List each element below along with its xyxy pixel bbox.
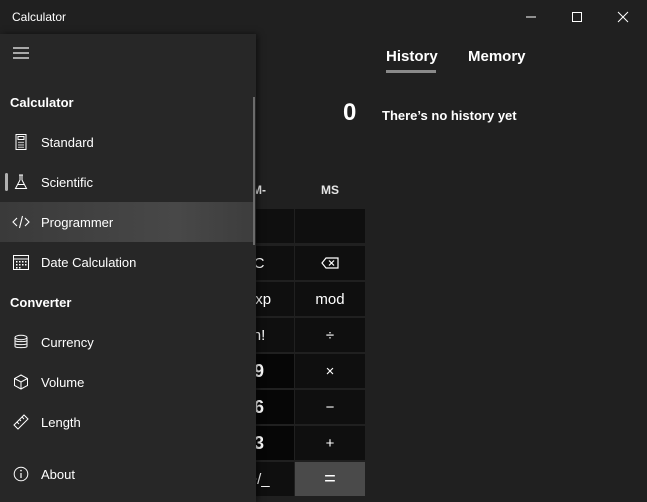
close-button[interactable] [600,0,646,34]
divide-button[interactable]: ÷ [295,318,365,352]
coins-icon [11,334,31,350]
mod-button[interactable]: mod [295,282,365,316]
section-calculator: Calculator [10,95,74,110]
menu-button[interactable] [6,38,36,68]
minus-button[interactable]: − [295,390,365,424]
multiply-button[interactable]: × [295,354,365,388]
nav-item-date-calculation[interactable]: Date Calculation [0,242,256,282]
title-bar: Calculator [0,0,647,34]
calendar-icon [11,254,31,270]
close-icon [617,11,629,23]
nav-item-standard[interactable]: Standard [0,122,256,162]
hamburger-icon [13,47,29,59]
flask-icon [11,174,31,190]
app-title: Calculator [12,10,67,24]
plus-button[interactable]: + [295,426,365,460]
maximize-icon [572,12,582,22]
section-converter: Converter [10,295,72,310]
nav-item-programmer[interactable]: Programmer [0,202,253,242]
backspace-icon [321,257,339,269]
nav-item-about[interactable]: About [0,454,256,494]
nav-item-label: Scientific [41,174,94,190]
nav-item-label: Date Calculation [41,254,137,270]
nav-item-volume[interactable]: Volume [0,362,256,402]
active-tab-indicator [386,70,436,73]
display-value: 0 [343,99,357,126]
tab-memory[interactable]: Memory [468,48,526,65]
nav-item-label: Standard [41,134,94,150]
equals-button[interactable]: = [295,462,365,496]
minimize-icon [526,16,536,18]
history-empty-message: There’s no history yet [382,108,517,123]
minimize-button[interactable] [508,0,554,34]
nav-item-label: Currency [41,334,94,350]
tab-history[interactable]: History [386,48,438,65]
info-icon [11,466,31,482]
nav-item-label: Programmer [41,214,114,230]
nav-item-label: Length [41,414,81,430]
calculator-icon [11,134,31,150]
nav-item-label: About [41,466,75,482]
nav-item-scientific[interactable]: Scientific [0,162,256,202]
cube-icon [11,374,31,390]
maximize-button[interactable] [554,0,600,34]
memory-store-button[interactable]: MS [295,176,365,204]
key-blank-right [295,209,365,243]
code-icon [11,215,31,229]
nav-item-currency[interactable]: Currency [0,322,256,362]
nav-item-length[interactable]: Length [0,402,256,442]
nav-item-label: Volume [41,374,85,390]
ruler-icon [11,414,31,430]
backspace-button[interactable] [295,246,365,280]
